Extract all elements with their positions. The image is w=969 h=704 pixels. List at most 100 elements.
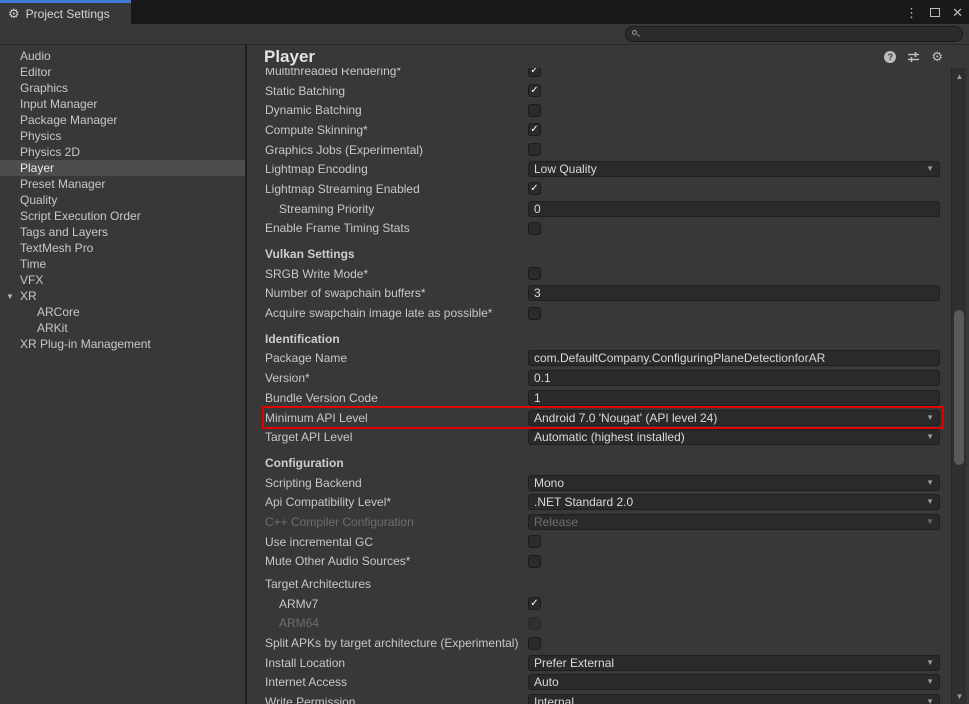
setting-label: Write Permission bbox=[265, 695, 528, 704]
install-location-dropdown[interactable]: Prefer External▼ bbox=[528, 655, 940, 671]
section-title: Configuration bbox=[265, 456, 344, 470]
sidebar-item-player[interactable]: Player bbox=[0, 160, 245, 176]
setting-label: Static Batching bbox=[265, 84, 528, 98]
scrollbar-thumb[interactable] bbox=[954, 310, 964, 465]
bundle-version-field[interactable]: 1 bbox=[528, 390, 940, 406]
sidebar: Audio Editor Graphics Input Manager Pack… bbox=[0, 45, 245, 704]
package-name-field[interactable]: com.DefaultCompany.ConfiguringPlaneDetec… bbox=[528, 350, 940, 366]
setting-label: Graphics Jobs (Experimental) bbox=[265, 143, 528, 157]
split-apks-checkbox[interactable]: ✓ bbox=[528, 637, 541, 650]
setting-row-dynamic-batching: Dynamic Batching ✓ bbox=[265, 100, 940, 120]
setting-row-acquire-swapchain: Acquire swapchain image late as possible… bbox=[265, 303, 940, 323]
chevron-down-icon: ▼ bbox=[926, 695, 934, 704]
setting-label: Scripting Backend bbox=[265, 476, 528, 490]
sidebar-item-time[interactable]: Time bbox=[0, 256, 245, 272]
api-compatibility-dropdown[interactable]: .NET Standard 2.0▼ bbox=[528, 494, 940, 510]
maximize-icon[interactable] bbox=[930, 8, 940, 17]
sidebar-item-quality[interactable]: Quality bbox=[0, 192, 245, 208]
setting-label: Split APKs by target architecture (Exper… bbox=[265, 636, 528, 650]
frame-timing-checkbox[interactable]: ✓ bbox=[528, 222, 541, 235]
multithreaded-rendering-checkbox[interactable]: ✓ bbox=[528, 68, 541, 77]
sidebar-item-vfx[interactable]: VFX bbox=[0, 272, 245, 288]
minimum-api-level-dropdown[interactable]: Android 7.0 'Nougat' (API level 24)▼ bbox=[528, 410, 940, 426]
swapchain-buffers-field[interactable]: 3 bbox=[528, 285, 940, 301]
setting-row-multithreaded-rendering: Multithreaded Rendering* ✓ bbox=[265, 68, 940, 81]
mute-audio-checkbox[interactable]: ✓ bbox=[528, 555, 541, 568]
setting-row-version: Version* 0.1 bbox=[265, 368, 940, 388]
dropdown-value: Prefer External bbox=[534, 656, 614, 670]
setting-row-package-name: Package Name com.DefaultCompany.Configur… bbox=[265, 349, 940, 369]
tab-title: Project Settings bbox=[26, 7, 110, 21]
sidebar-item-tags-and-layers[interactable]: Tags and Layers bbox=[0, 224, 245, 240]
setting-row-streaming-priority: Streaming Priority 0 bbox=[265, 199, 940, 219]
setting-label: C++ Compiler Configuration bbox=[265, 515, 528, 529]
settings-gear-icon[interactable]: ⚙ bbox=[931, 50, 943, 63]
acquire-swapchain-checkbox[interactable]: ✓ bbox=[528, 307, 541, 320]
setting-label: Lightmap Encoding bbox=[265, 162, 528, 176]
preset-icon[interactable] bbox=[907, 51, 920, 63]
scroll-up-icon[interactable]: ▲ bbox=[952, 70, 967, 82]
dropdown-value: Android 7.0 'Nougat' (API level 24) bbox=[534, 411, 717, 425]
search-box[interactable] bbox=[625, 26, 963, 42]
main-pane: Player ? ⚙ Multithreaded Rendering* ✓ bbox=[247, 45, 969, 704]
streaming-priority-field[interactable]: 0 bbox=[528, 201, 940, 217]
scripting-backend-dropdown[interactable]: Mono▼ bbox=[528, 475, 940, 491]
tab-project-settings[interactable]: ⚙ Project Settings bbox=[0, 0, 131, 24]
sidebar-item-arcore[interactable]: ARCore bbox=[0, 304, 245, 320]
sidebar-item-physics[interactable]: Physics bbox=[0, 128, 245, 144]
scroll-down-icon[interactable]: ▼ bbox=[952, 690, 967, 702]
version-field[interactable]: 0.1 bbox=[528, 370, 940, 386]
setting-label: Mute Other Audio Sources* bbox=[265, 554, 528, 568]
graphics-jobs-checkbox[interactable]: ✓ bbox=[528, 143, 541, 156]
armv7-checkbox[interactable]: ✓ bbox=[528, 597, 541, 610]
lightmap-streaming-checkbox[interactable]: ✓ bbox=[528, 182, 541, 195]
more-menu-icon[interactable]: ⋮ bbox=[905, 6, 918, 19]
sidebar-item-editor[interactable]: Editor bbox=[0, 64, 245, 80]
section-title: Identification bbox=[265, 332, 340, 346]
sidebar-item-package-manager[interactable]: Package Manager bbox=[0, 112, 245, 128]
setting-row-write-permission: Write Permission Internal▼ bbox=[265, 692, 940, 704]
write-permission-dropdown[interactable]: Internal▼ bbox=[528, 694, 940, 704]
sidebar-item-textmesh-pro[interactable]: TextMesh Pro bbox=[0, 240, 245, 256]
incremental-gc-checkbox[interactable]: ✓ bbox=[528, 535, 541, 548]
static-batching-checkbox[interactable]: ✓ bbox=[528, 84, 541, 97]
page-title: Player bbox=[264, 47, 884, 67]
dynamic-batching-checkbox[interactable]: ✓ bbox=[528, 104, 541, 117]
target-api-level-dropdown[interactable]: Automatic (highest installed)▼ bbox=[528, 429, 940, 445]
dropdown-value: Auto bbox=[534, 675, 559, 689]
section-title: Vulkan Settings bbox=[265, 247, 355, 261]
help-icon[interactable]: ? bbox=[884, 51, 896, 63]
sidebar-item-preset-manager[interactable]: Preset Manager bbox=[0, 176, 245, 192]
foldout-open-icon[interactable]: ▼ bbox=[6, 289, 14, 305]
lightmap-encoding-dropdown[interactable]: Low Quality▼ bbox=[528, 161, 940, 177]
sidebar-item-physics-2d[interactable]: Physics 2D bbox=[0, 144, 245, 160]
internet-access-dropdown[interactable]: Auto▼ bbox=[528, 674, 940, 690]
toolbar bbox=[0, 24, 969, 45]
sidebar-item-audio[interactable]: Audio bbox=[0, 48, 245, 64]
setting-label: Install Location bbox=[265, 656, 528, 670]
setting-row-lightmap-encoding: Lightmap Encoding Low Quality▼ bbox=[265, 159, 940, 179]
setting-row-cpp-compiler: C++ Compiler Configuration Release▼ bbox=[265, 512, 940, 532]
setting-row-internet-access: Internet Access Auto▼ bbox=[265, 673, 940, 693]
check-icon: ✓ bbox=[530, 68, 538, 76]
setting-label: Version* bbox=[265, 371, 528, 385]
sidebar-item-xr[interactable]: ▼XR bbox=[0, 288, 245, 304]
srgb-write-checkbox[interactable]: ✓ bbox=[528, 267, 541, 280]
sidebar-item-arkit[interactable]: ARKit bbox=[0, 320, 245, 336]
sidebar-item-input-manager[interactable]: Input Manager bbox=[0, 96, 245, 112]
project-settings-window: ⚙ Project Settings ⋮ ✕ Audio Editor Grap… bbox=[0, 0, 969, 704]
section-header-vulkan: Vulkan Settings bbox=[265, 244, 940, 264]
sidebar-item-script-execution-order[interactable]: Script Execution Order bbox=[0, 208, 245, 224]
main-header: Player ? ⚙ bbox=[247, 45, 969, 68]
setting-label: Multithreaded Rendering* bbox=[265, 68, 528, 78]
compute-skinning-checkbox[interactable]: ✓ bbox=[528, 123, 541, 136]
setting-label: Bundle Version Code bbox=[265, 391, 528, 405]
search-input[interactable] bbox=[644, 28, 956, 40]
close-icon[interactable]: ✕ bbox=[952, 6, 963, 19]
gear-icon: ⚙ bbox=[8, 7, 20, 20]
section-header-configuration: Configuration bbox=[265, 453, 940, 473]
sidebar-item-graphics[interactable]: Graphics bbox=[0, 80, 245, 96]
setting-label: Number of swapchain buffers* bbox=[265, 286, 528, 300]
sidebar-item-xr-plugin-management[interactable]: XR Plug-in Management bbox=[0, 336, 245, 352]
setting-label: Api Compatibility Level* bbox=[265, 495, 528, 509]
